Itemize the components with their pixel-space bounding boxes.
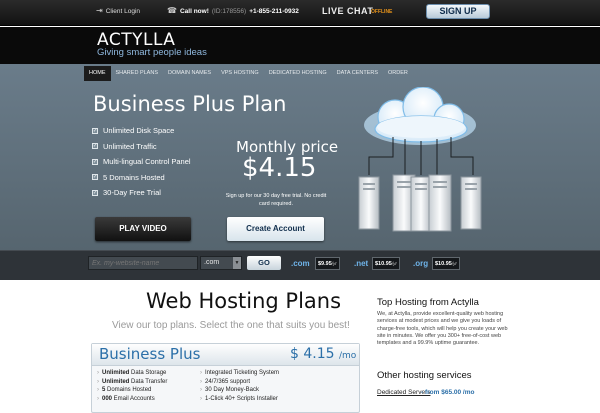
tld-com-price: $9.95/yr <box>315 257 340 270</box>
create-account-button[interactable]: Create Account <box>227 217 324 241</box>
feature-item: ✓ Unlimited Traffic <box>92 139 191 155</box>
client-login-label: Client Login <box>105 7 141 15</box>
plan-card-name: Business Plus <box>99 345 201 363</box>
domain-search-input[interactable] <box>88 256 198 270</box>
feature-label: Multi-lingual Control Panel <box>103 157 191 167</box>
live-chat-link[interactable]: LIVE CHAT <box>322 6 373 16</box>
nav-dedicated-hosting[interactable]: DEDICATED HOSTING <box>264 66 332 81</box>
signup-button[interactable]: SIGN UP <box>426 4 490 19</box>
nav-data-centers[interactable]: DATA CENTERS <box>332 66 383 81</box>
plan-feature: › 24/7/365 support <box>200 378 251 385</box>
price-note: Sign up for our 30 day free trial. No cr… <box>225 193 327 207</box>
plan-feature: › 30 Day Money-Back <box>200 387 260 393</box>
tld-select[interactable]: .com ▼ <box>200 256 242 270</box>
tld-org-price: $10.95/yr <box>432 257 460 270</box>
cloud-servers-illustration <box>358 87 482 232</box>
tld-net-price: $10.95/yr <box>372 257 400 270</box>
plan-feature: › Unlimited Data Transfer <box>97 378 168 385</box>
client-login-link[interactable]: ⇥ Client Login <box>96 7 140 15</box>
plan-feature: › 000 Email Accounts <box>97 395 155 402</box>
server-rack-icons <box>358 174 482 232</box>
tld-com: .com <box>291 259 310 268</box>
main-nav: HOME SHARED PLANS DOMAIN NAMES VPS HOSTI… <box>84 66 413 81</box>
feature-label: Unlimited Disk Space <box>103 126 175 136</box>
call-now: ☎ Call now! (ID:178556) +1-855-211-0932 <box>167 7 299 15</box>
tld-org: .org <box>413 259 429 268</box>
check-icon: ✓ <box>92 127 98 134</box>
feature-label: Unlimited Traffic <box>103 141 157 151</box>
plan-card-col1: › Unlimited Data Storage › Unlimited Data … <box>97 369 167 403</box>
tld-net: .net <box>354 259 369 268</box>
hero-price: $4.15 <box>242 153 317 183</box>
plan-card-col2: › Integrated Ticketing System › 24/7/365 s… <box>200 369 279 403</box>
feature-item: ✓ Unlimited Disk Space <box>92 123 191 139</box>
chevron-down-icon: ▼ <box>233 257 241 269</box>
feature-label: 5 Domains Hosted <box>103 172 165 182</box>
check-icon: ✓ <box>92 158 98 165</box>
sidebar-text: We, at Actylla, provide excellent-qualit… <box>377 311 508 347</box>
feature-label: 30-Day Free Trial <box>103 188 161 198</box>
plan-card-price: $ 4.15 /mo <box>290 346 357 362</box>
plans-subtitle: View our top plans. Select the one that … <box>112 320 350 331</box>
call-id: (ID:178556) <box>211 7 247 15</box>
feature-item: ✓ Multi-lingual Control Panel <box>92 154 191 170</box>
call-now-label: Call now! <box>179 7 209 15</box>
check-icon: ✓ <box>92 174 98 181</box>
tagline: Giving smart people ideas <box>97 47 207 58</box>
top-bar: ⇥ Client Login ☎ Call now! (ID:178556) +… <box>0 0 600 26</box>
connection-lines <box>368 137 474 175</box>
dedicated-servers-price: - from $65.00 /mo <box>421 389 475 396</box>
plan-feature: › 5 Domains Hosted <box>97 387 152 393</box>
phone-icon: ☎ <box>167 6 177 15</box>
play-video-button[interactable]: PLAY VIDEO <box>95 217 191 241</box>
plan-feature: › 1-Click 40+ Scripts Installer <box>200 395 278 402</box>
hero-title: Business Plus Plan <box>93 92 287 116</box>
header <box>0 27 600 64</box>
check-icon: ✓ <box>92 143 98 150</box>
cloud-icon <box>364 87 476 145</box>
chat-status: OFFLINE <box>371 9 393 15</box>
feature-item: ✓ 5 Domains Hosted <box>92 170 191 186</box>
nav-shared-plans[interactable]: SHARED PLANS <box>111 66 164 81</box>
login-icon: ⇥ <box>96 6 103 15</box>
plans-title: Web Hosting Plans <box>146 289 342 313</box>
go-button[interactable]: GO <box>247 256 281 270</box>
plan-feature: › Unlimited Data Storage <box>97 370 167 376</box>
check-icon: ✓ <box>92 189 98 196</box>
plan-feature: › Integrated Ticketing System <box>200 370 280 376</box>
sidebar-title: Top Hosting from Actylla <box>377 297 479 308</box>
nav-order[interactable]: ORDER <box>383 66 413 81</box>
tld-selected: .com <box>204 259 220 266</box>
nav-vps-hosting[interactable]: VPS HOSTING <box>216 66 264 81</box>
nav-home[interactable]: HOME <box>84 66 111 81</box>
feature-list: ✓ Unlimited Disk Space ✓ Unlimited Traffic… <box>92 123 191 201</box>
other-services-title: Other hosting services <box>377 370 472 381</box>
phone-number: +1-855-211-0932 <box>249 7 299 15</box>
nav-domain-names[interactable]: DOMAIN NAMES <box>163 66 216 81</box>
feature-item: ✓ 30-Day Free Trial <box>92 185 191 201</box>
